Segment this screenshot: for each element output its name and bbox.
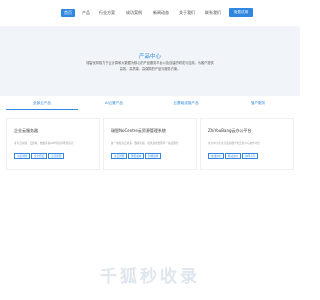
product-cards: 企业云服务器 专为云存储、云建站、数据库和APP等应用场景设计 可定制化 安全稳… (6, 118, 294, 170)
card-tag-button[interactable]: 智能运维 (145, 153, 162, 159)
nav-item-products[interactable]: 产品 (82, 9, 90, 17)
card-tag-button[interactable]: 协同共享 (242, 153, 259, 159)
nav-item-contact[interactable]: 联系我们 (205, 9, 221, 17)
nav-item-home[interactable]: 首页 (61, 9, 75, 17)
product-card[interactable]: ZhiYouBang云办公平台 专为中小企业打造的数字化云办公与协作平台 在线办… (200, 118, 294, 170)
nav-item-news[interactable]: 新闻动态 (153, 9, 169, 17)
card-title: 企业云服务器 (14, 128, 38, 133)
product-card[interactable]: 瑞智NoCentre云资源管理系统 统一纳管多云资源，数据可视，提供运维管理等一… (103, 118, 197, 170)
card-tag-button[interactable]: 灵活配置 (48, 153, 65, 159)
card-title: ZhiYouBang云办公平台 (208, 128, 252, 133)
tab-infrastructure[interactable]: 云基础设施产品 (150, 96, 222, 110)
free-trial-button[interactable]: 免费试用 (229, 8, 253, 17)
active-tab-indicator (6, 109, 78, 110)
nav-item-cases[interactable]: 成功案例 (126, 9, 142, 17)
card-tag-button[interactable]: 多云管理 (111, 153, 128, 159)
top-navbar: 首页 产品 行业方案 成功案例 新闻动态 关于我们 联系我们 免费试用 (0, 0, 300, 26)
nav-item-about[interactable]: 关于我们 (179, 9, 195, 17)
card-tag-button[interactable]: 安全稳定 (31, 153, 48, 159)
card-tag-button[interactable]: 降低成本 (128, 153, 145, 159)
tab-all-products[interactable]: 全部云产品 (6, 96, 78, 110)
page-title: 产品中心 (138, 54, 161, 60)
card-tag-button[interactable]: 在线办公 (208, 153, 225, 159)
card-tag-button[interactable]: 移动办公 (225, 153, 242, 159)
product-tabs: 全部云产品 AI云管产品 云基础设施产品 落户服务 (6, 96, 294, 110)
hero-description: 瑞智优帮致力于云计算和大数据为核心的产品服务平台以及自建的研发与应用，为客户提供… (86, 61, 214, 71)
product-card[interactable]: 企业云服务器 专为云存储、云建站、数据库和APP等应用场景设计 可定制化 安全稳… (6, 118, 100, 170)
card-tag-button[interactable]: 可定制化 (14, 153, 31, 159)
watermark-logo: 千狐秒收录 (100, 267, 200, 287)
card-description: 专为云存储、云建站、数据库和APP等应用场景设计 (14, 142, 74, 145)
tab-services[interactable]: 落户服务 (222, 96, 294, 110)
nav-item-solutions[interactable]: 行业方案 (99, 9, 115, 17)
card-description: 专为中小企业打造的数字化云办公与协作平台 (208, 142, 260, 145)
tab-ai-products[interactable]: AI云管产品 (78, 96, 150, 110)
card-description: 统一纳管多云资源，数据可视，提供运维管理等一站式服务 (111, 142, 179, 145)
card-title: 瑞智NoCentre云资源管理系统 (111, 128, 166, 133)
